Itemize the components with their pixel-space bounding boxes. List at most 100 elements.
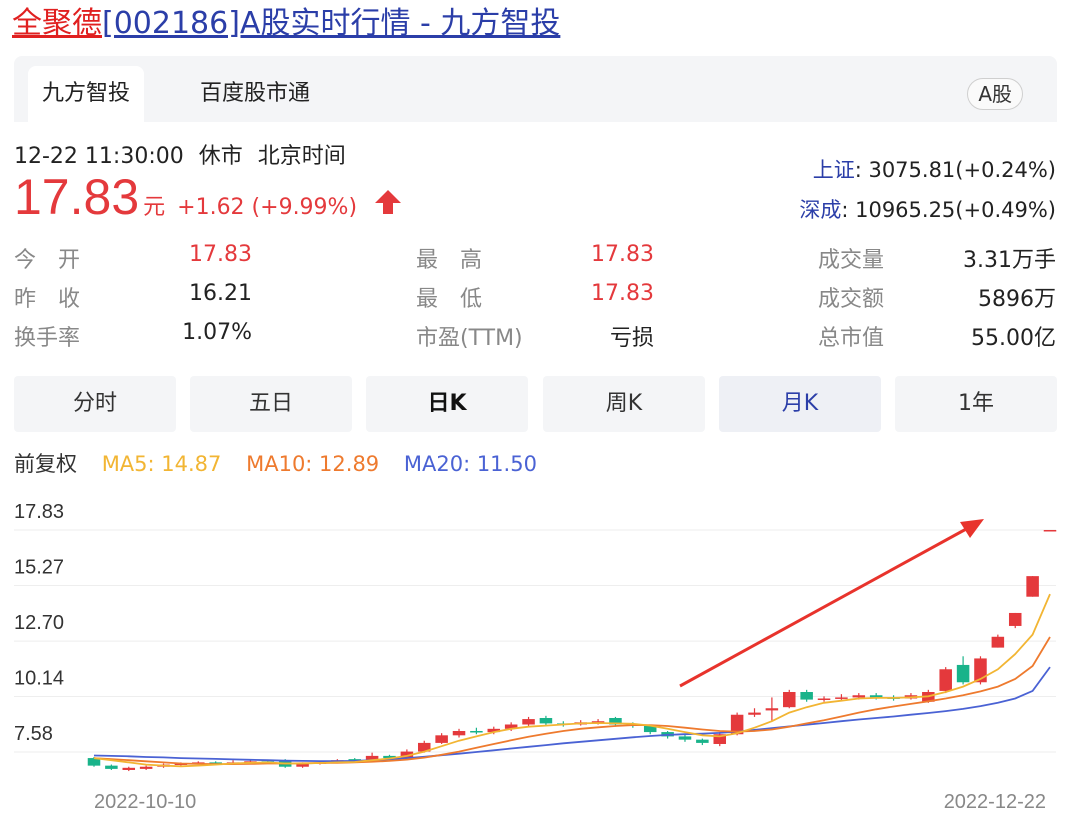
- stat-label: 昨 收: [14, 287, 81, 312]
- stat-value: 亏损: [609, 326, 654, 351]
- stock-name-link[interactable]: 全聚德: [12, 6, 102, 41]
- candle-body: [939, 669, 952, 691]
- ma5-label: MA5: 14.87: [101, 452, 222, 476]
- market-state: 休市: [198, 144, 243, 169]
- stat-label: 换手率: [14, 326, 81, 351]
- quote-timestamp: 12-22 11:30:00 休市 北京时间: [14, 138, 354, 170]
- stat-label: 市盈(TTM): [416, 326, 523, 351]
- candle-body: [991, 636, 1005, 648]
- price-row: 17.83 元 +1.62 (+9.99%): [14, 168, 402, 230]
- index-shenzhen-label[interactable]: 深成: [799, 198, 841, 222]
- stat-value: 17.83: [591, 281, 654, 306]
- ma5-line: [93, 593, 1051, 768]
- stat-value: 1.07%: [182, 320, 252, 345]
- ma10-line: [93, 636, 1051, 766]
- tab-monthly-k[interactable]: 月K: [719, 376, 881, 432]
- adjust-mode-label[interactable]: 前复权: [14, 452, 77, 476]
- page-title-link[interactable]: [002186]A股实时行情 - 九方智投: [102, 6, 560, 41]
- market-badge[interactable]: A股: [967, 78, 1023, 110]
- index-shenzhen-value: : 10965.25(+0.49%): [841, 198, 1056, 222]
- ma20-line: [93, 666, 1051, 763]
- x-axis-start-label: 2022-10-10: [94, 791, 196, 813]
- stat-open: 今 开 17.83: [14, 242, 252, 274]
- stat-value: 5896万: [978, 287, 1056, 312]
- stat-prev-close: 昨 收 16.21: [14, 281, 252, 313]
- y-tick-label: 17.83: [14, 501, 64, 523]
- candle-body: [956, 664, 970, 683]
- stat-value: 55.00亿: [971, 326, 1056, 351]
- candle-body: [539, 717, 553, 724]
- ma-legend: 前复权 MA5: 14.87 MA10: 12.89 MA20: 11.50: [14, 448, 555, 478]
- stat-label: 最 高: [416, 248, 483, 273]
- stat-label: 最 低: [416, 287, 483, 312]
- candle-body: [1043, 530, 1057, 532]
- ma20-label: MA20: 11.50: [403, 452, 537, 476]
- tab-intraday[interactable]: 分时: [14, 376, 176, 432]
- tab-daily-k[interactable]: 日K: [366, 376, 528, 432]
- stat-value: 3.31万手: [963, 248, 1056, 273]
- timezone-label: 北京时间: [257, 144, 346, 169]
- stat-value: 17.83: [591, 242, 654, 267]
- y-axis-labels: 17.83 15.27 12.70 10.14 7.58: [14, 501, 64, 745]
- chart-grid: [14, 529, 1056, 753]
- candle-body: [122, 767, 136, 770]
- candle-body: [817, 698, 831, 701]
- candle-body: [696, 739, 709, 743]
- candle-body: [452, 730, 466, 736]
- candle-body: [139, 766, 153, 769]
- candle-body: [800, 692, 813, 700]
- stat-high: 最 高 17.83: [416, 242, 654, 274]
- source-tab-bar: 九方智投 百度股市通 A股: [14, 56, 1057, 122]
- candle-body: [522, 719, 535, 725]
- x-axis-end-label: 2022-12-22: [944, 791, 1046, 813]
- stat-label: 成交量: [818, 248, 885, 273]
- stat-turnover-amount: 成交额 5896万: [818, 281, 1056, 313]
- period-tab-bar: 分时 五日 日K 周K 月K 1年: [14, 376, 1057, 432]
- candle-body: [765, 708, 779, 711]
- stat-low: 最 低 17.83: [416, 281, 654, 313]
- quote-datetime: 12-22 11:30:00: [14, 144, 184, 169]
- stat-label: 总市值: [818, 326, 885, 351]
- candle-body: [835, 697, 848, 699]
- page-title[interactable]: 全聚德[002186]A股实时行情 - 九方智投: [12, 2, 560, 46]
- stat-value: 16.21: [189, 281, 252, 306]
- trend-arrow-head: [960, 519, 984, 538]
- index-shenzhen[interactable]: 深成: 10965.25(+0.49%): [799, 194, 1056, 224]
- candle-body: [105, 765, 118, 769]
- y-tick-label: 12.70: [14, 612, 64, 634]
- candle-body: [748, 712, 761, 715]
- tab-five-day[interactable]: 五日: [190, 376, 352, 432]
- y-tick-label: 15.27: [14, 556, 64, 578]
- price-unit: 元: [143, 195, 166, 220]
- tab-weekly-k[interactable]: 周K: [543, 376, 705, 432]
- tab-jiufang[interactable]: 九方智投: [28, 66, 145, 122]
- stat-pe-ttm: 市盈(TTM) 亏损: [416, 320, 654, 352]
- price-change: +1.62 (+9.99%): [177, 195, 358, 220]
- kline-chart[interactable]: 17.83 15.27 12.70 10.14 7.58 2022-10-10 2022…: [0, 488, 1080, 818]
- index-shanghai[interactable]: 上证: 3075.81(+0.24%): [813, 154, 1056, 184]
- stat-label: 今 开: [14, 248, 81, 273]
- candle-body: [470, 730, 483, 733]
- trend-arrow-line: [679, 526, 969, 688]
- ma-lines: [93, 593, 1051, 768]
- y-tick-label: 7.58: [14, 723, 53, 745]
- up-arrow-icon: [375, 190, 402, 214]
- stat-market-cap: 总市值 55.00亿: [818, 320, 1056, 352]
- y-tick-label: 10.14: [14, 668, 64, 690]
- candle-body: [783, 692, 796, 708]
- stat-volume: 成交量 3.31万手: [818, 242, 1056, 274]
- stat-turnover-rate: 换手率 1.07%: [14, 320, 252, 352]
- stat-value: 17.83: [189, 242, 252, 267]
- index-shanghai-value: : 3075.81(+0.24%): [854, 158, 1056, 182]
- trend-annotation: [679, 519, 984, 688]
- current-price: 17.83: [14, 169, 140, 225]
- candle-body: [1008, 612, 1022, 626]
- candle-body: [678, 736, 692, 740]
- tab-baidu-stock[interactable]: 百度股市通: [186, 66, 324, 122]
- candle-body: [435, 735, 448, 743]
- candle-body: [1026, 576, 1039, 597]
- tab-one-year[interactable]: 1年: [895, 376, 1057, 432]
- ma10-label: MA10: 12.89: [246, 452, 380, 476]
- index-shanghai-label[interactable]: 上证: [813, 158, 855, 182]
- stat-label: 成交额: [818, 287, 885, 312]
